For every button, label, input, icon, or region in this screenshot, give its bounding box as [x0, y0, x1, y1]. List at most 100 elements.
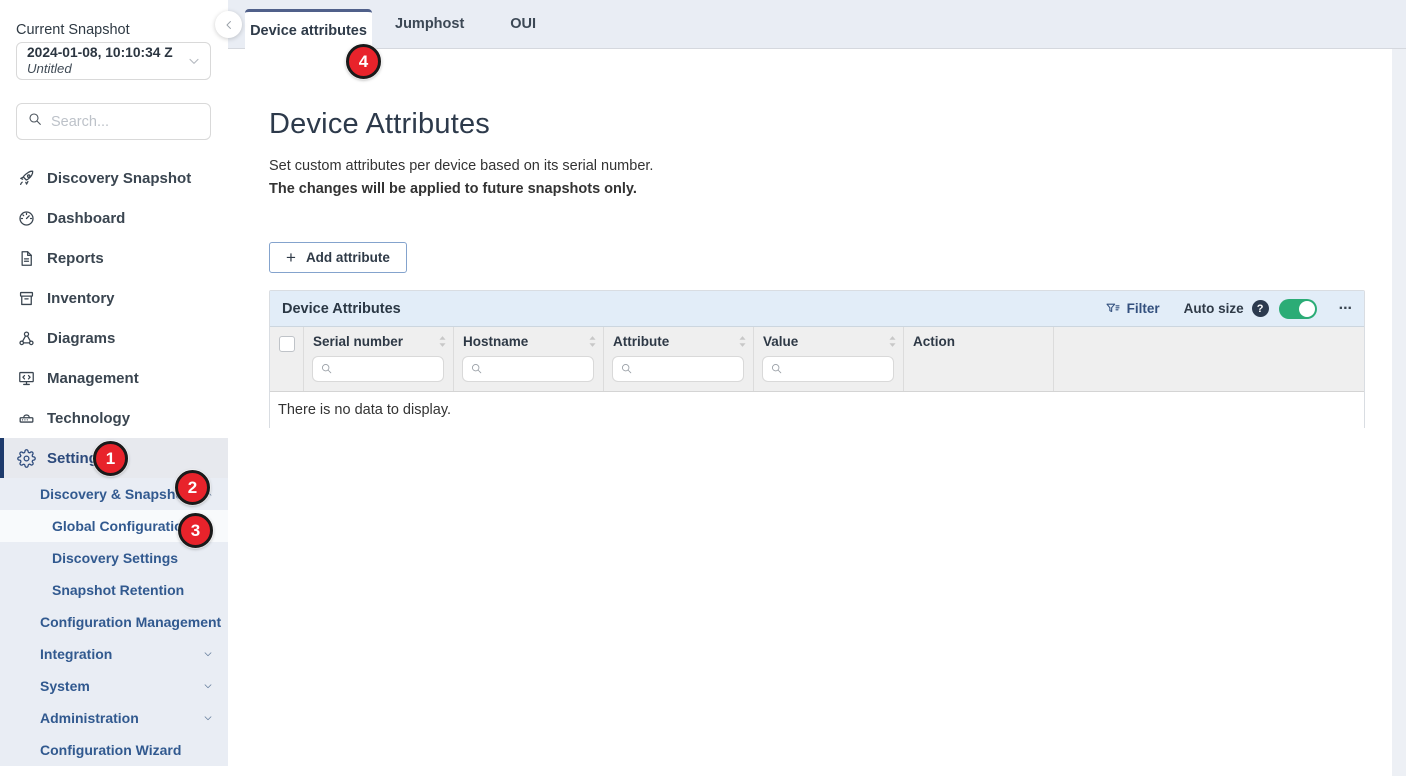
chevron-down-icon: [202, 680, 214, 692]
submenu-label: Global Configuration: [52, 518, 191, 534]
tab-jumphost[interactable]: Jumphost: [372, 0, 487, 48]
column-header[interactable]: Serial number: [304, 327, 453, 356]
submenu-item-administration[interactable]: Administration: [0, 702, 228, 734]
dashboard-icon: [16, 208, 36, 228]
menu-label: Reports: [47, 250, 104, 267]
sidebar: Current Snapshot 2024-01-08, 10:10:34 Z …: [0, 0, 228, 776]
technology-icon: [16, 408, 36, 428]
annotation-badge-2: 2: [175, 470, 210, 505]
search-icon: [620, 362, 633, 375]
page-content: Device Attributes Set custom attributes …: [228, 108, 1406, 428]
column-label: Attribute: [613, 334, 669, 349]
menu-label: Management: [47, 370, 139, 387]
menu-label: Dashboard: [47, 210, 125, 227]
submenu-label: Configuration Management: [40, 614, 221, 630]
filter-button[interactable]: Filter: [1105, 301, 1160, 316]
menu-label: Diagrams: [47, 330, 115, 347]
search-icon: [320, 362, 333, 375]
tab-device-attributes[interactable]: Device attributes: [245, 9, 372, 49]
sidebar-menu: Discovery Snapshot Dashboard Reports Inv…: [0, 158, 228, 478]
snapshot-timestamp: 2024-01-08, 10:10:34 Z: [27, 45, 186, 62]
menu-label: Discovery Snapshot: [47, 170, 191, 187]
snapshot-selector[interactable]: 2024-01-08, 10:10:34 Z Untitled: [16, 42, 211, 80]
page-description-warning: The changes will be applied to future sn…: [269, 179, 1406, 200]
funnel-icon: [1105, 301, 1121, 316]
submenu-item-configuration-management[interactable]: Configuration Management: [0, 606, 228, 638]
autosize-toggle[interactable]: [1279, 299, 1317, 319]
toggle-knob: [1299, 301, 1315, 317]
submenu-label: Integration: [40, 646, 112, 662]
submenu-label: Administration: [40, 710, 139, 726]
sort-icon[interactable]: [438, 335, 447, 351]
submenu-item-integration[interactable]: Integration: [0, 638, 228, 670]
column-serial-number: Serial number: [304, 327, 454, 391]
column-label: Hostname: [463, 334, 528, 349]
column-action: Action: [904, 327, 1054, 391]
tab-bar: Device attributes Jumphost OUI: [228, 0, 1406, 49]
table-header-bar: Device Attributes Filter Auto size ? ...: [270, 291, 1364, 327]
sidebar-item-reports[interactable]: Reports: [0, 238, 228, 278]
sort-icon[interactable]: [738, 335, 747, 351]
sidebar-item-dashboard[interactable]: Dashboard: [0, 198, 228, 238]
column-header: Action: [904, 327, 1053, 356]
menu-label: Technology: [47, 410, 130, 427]
sort-icon[interactable]: [888, 335, 897, 351]
table-menu-button[interactable]: ...: [1339, 305, 1352, 313]
select-all-cell: [270, 327, 304, 391]
chevron-left-icon: [222, 18, 236, 32]
table-toolbar: Filter Auto size ? ...: [1105, 299, 1352, 319]
submenu-label: Discovery Settings: [52, 550, 178, 566]
plus-icon: +: [286, 249, 296, 266]
column-header[interactable]: Attribute: [604, 327, 753, 356]
annotation-badge-3: 3: [178, 513, 213, 548]
management-icon: [16, 368, 36, 388]
search-icon: [770, 362, 783, 375]
submenu-label: Discovery & Snapshots: [40, 486, 196, 502]
add-attribute-label: Add attribute: [306, 250, 390, 265]
select-all-checkbox[interactable]: [279, 336, 295, 352]
submenu-item-system[interactable]: System: [0, 670, 228, 702]
sidebar-item-inventory[interactable]: Inventory: [0, 278, 228, 318]
device-attributes-table: Device Attributes Filter Auto size ? ...: [269, 290, 1365, 428]
annotation-badge-1: 1: [93, 441, 128, 476]
submenu-item-configuration-wizard[interactable]: Configuration Wizard: [0, 734, 228, 766]
column-hostname: Hostname: [454, 327, 604, 391]
table-column-headers: Serial number Hostname: [270, 327, 1364, 392]
column-attribute: Attribute: [604, 327, 754, 391]
tab-oui[interactable]: OUI: [487, 0, 559, 48]
sidebar-item-diagrams[interactable]: Diagrams: [0, 318, 228, 358]
sidebar-item-discovery-snapshot[interactable]: Discovery Snapshot: [0, 158, 228, 198]
search-icon: [27, 111, 43, 132]
sidebar-search: [16, 103, 211, 140]
menu-label: Inventory: [47, 290, 115, 307]
submenu-item-snapshot-retention[interactable]: Snapshot Retention: [0, 574, 228, 606]
table-empty-message: There is no data to display.: [270, 392, 1364, 428]
submenu-label: System: [40, 678, 90, 694]
submenu-label: Snapshot Retention: [52, 582, 184, 598]
sidebar-collapse-button[interactable]: [215, 11, 242, 38]
filter-input-wrapper: [762, 356, 894, 382]
inventory-icon: [16, 288, 36, 308]
column-label: Serial number: [313, 334, 403, 349]
autosize-label: Auto size: [1184, 301, 1244, 316]
filter-input-wrapper: [612, 356, 744, 382]
add-attribute-button[interactable]: + Add attribute: [269, 242, 407, 273]
filter-label: Filter: [1127, 301, 1160, 316]
sidebar-item-technology[interactable]: Technology: [0, 398, 228, 438]
filter-input-wrapper: [312, 356, 444, 382]
search-input[interactable]: [51, 114, 238, 130]
submenu-label: Configuration Wizard: [40, 742, 181, 758]
help-icon[interactable]: ?: [1252, 300, 1269, 317]
column-header[interactable]: Hostname: [454, 327, 603, 356]
snapshot-name: Untitled: [27, 61, 186, 77]
filter-input-wrapper: [462, 356, 594, 382]
current-snapshot-label: Current Snapshot: [16, 22, 130, 38]
page-title: Device Attributes: [269, 108, 1406, 141]
column-filler: [1054, 327, 1364, 391]
rocket-icon: [16, 168, 36, 188]
sidebar-item-management[interactable]: Management: [0, 358, 228, 398]
sort-icon[interactable]: [588, 335, 597, 351]
column-header[interactable]: Value: [754, 327, 903, 356]
chevron-down-icon: [202, 648, 214, 660]
diagrams-icon: [16, 328, 36, 348]
